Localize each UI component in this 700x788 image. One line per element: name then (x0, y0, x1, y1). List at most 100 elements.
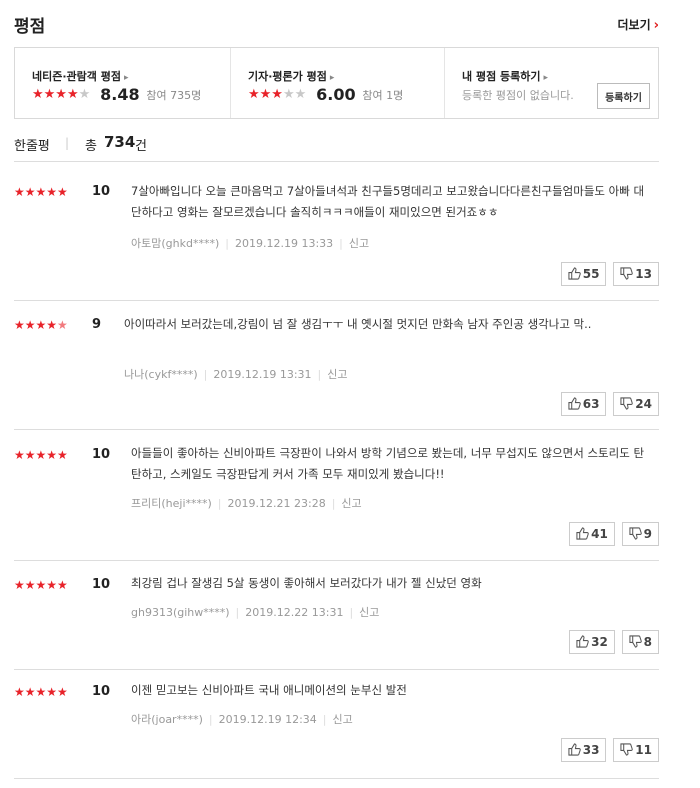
like-count: 41 (591, 527, 608, 541)
caret-right-icon: ▸ (543, 73, 549, 83)
dislike-count: 9 (643, 527, 652, 541)
thumbs-up-icon (576, 635, 589, 648)
critic-rating: 기자·평론가 평점 ▸ ★★★★★ 6.00 참여 1명 (230, 48, 444, 118)
report-link[interactable]: 신고 (341, 497, 361, 510)
star-rating-icon: ★★★★★ (14, 318, 68, 332)
review-author[interactable]: 프리티(heji****) (131, 497, 212, 510)
review-author[interactable]: gh9313(gihw****) (131, 606, 230, 619)
my-rating-note: 등록한 평점이 없습니다. (462, 89, 574, 102)
thumbs-down-icon (620, 397, 634, 410)
dislike-button[interactable]: 9 (621, 522, 659, 546)
review-score: 10 (92, 184, 111, 199)
review-meta: 아토맘(ghkd****) | 2019.12.19 13:33 | 신고 (131, 237, 370, 250)
review-meta: gh9313(gihw****) | 2019.12.22 13:31 | 신고 (131, 606, 380, 619)
divider: | (65, 136, 70, 150)
thumbs-down-icon (629, 635, 642, 648)
vote-buttons: 32 8 (566, 630, 659, 656)
netizen-rating-link[interactable]: 네티즌·관람객 평점 ▸ (32, 68, 129, 84)
total-unit: 건 (135, 139, 147, 154)
review-date: 2019.12.21 23:28 (227, 497, 326, 510)
like-button[interactable]: 32 (569, 630, 615, 654)
my-rating: 내 평점 등록하기 ▸ 등록한 평점이 없습니다. 등록하기 (444, 48, 658, 118)
star-rating-icon: ★★★★★ (14, 185, 68, 199)
register-rating-button[interactable]: 등록하기 (597, 83, 650, 109)
netizen-rating: 네티즌·관람객 평점 ▸ ★★★★★ 8.48 참여 735명 (15, 48, 229, 118)
review-item: ★★★★★ 10 최강림 겁나 잘생김 5살 동생이 좋아해서 보러갔다가 내가… (14, 562, 659, 670)
more-label: 더보기 (617, 18, 651, 32)
critic-rating-label: 기자·평론가 평점 (248, 70, 327, 83)
critic-rating-link[interactable]: 기자·평론가 평점 ▸ (248, 68, 334, 84)
my-rating-link[interactable]: 내 평점 등록하기 ▸ (462, 68, 548, 84)
star-rating-icon: ★★★★★ (14, 578, 68, 592)
netizen-rating-label: 네티즌·관람객 평점 (32, 70, 121, 83)
review-score: 10 (92, 577, 111, 592)
like-button[interactable]: 33 (560, 738, 607, 762)
star-rating-icon: ★★★★★ (14, 685, 68, 699)
review-text: 아들들이 좋아하는 신비아파트 극장판이 나와서 방학 기념으로 봤는데, 너무… (131, 446, 645, 481)
thumbs-up-icon (568, 397, 581, 410)
vote-buttons: 55 13 (558, 262, 659, 288)
review-text: 7살아빠입니다 오늘 큰마음먹고 7살아들녀석과 친구들5명데리고 보고왔습니다… (131, 184, 645, 219)
netizen-participation: 참여 735명 (146, 88, 202, 102)
vote-buttons: 63 24 (558, 392, 659, 418)
one-line-review-label: 한줄평 (14, 139, 50, 154)
rating-section-header: 평점 더보기 › (14, 12, 659, 37)
netizen-score: 8.48 (100, 85, 140, 104)
section-title: 평점 (14, 17, 46, 37)
review-score: 9 (92, 317, 102, 332)
total-prefix: 총 (85, 139, 97, 154)
like-button[interactable]: 55 (560, 262, 607, 286)
dislike-count: 13 (635, 267, 652, 281)
star-rating-icon: ★★★★★ (14, 448, 68, 462)
like-button[interactable]: 41 (569, 522, 615, 546)
review-score: 10 (92, 684, 111, 699)
review-date: 2019.12.22 13:31 (245, 606, 344, 619)
review-text: 아이따라서 보러갔는데,강림이 넘 잘 생김ㅜㅜ 내 옛시절 멋지던 만화속 남… (124, 317, 592, 331)
thumbs-up-icon (568, 743, 581, 756)
review-author[interactable]: 아토맘(ghkd****) (131, 237, 219, 250)
review-author[interactable]: 아라(joar****) (131, 713, 203, 726)
dislike-button[interactable]: 24 (613, 392, 659, 416)
review-meta: 나나(cykf****) | 2019.12.19 13:31 | 신고 (124, 368, 348, 381)
my-rating-label: 내 평점 등록하기 (462, 70, 541, 83)
review-author[interactable]: 나나(cykf****) (124, 368, 198, 381)
like-count: 32 (591, 635, 608, 649)
like-count: 55 (582, 267, 600, 281)
review-count-row: 한줄평 | 총 734 건 (14, 133, 659, 162)
dislike-button[interactable]: 8 (621, 630, 659, 654)
review-item: ★★★★★ 10 7살아빠입니다 오늘 큰마음먹고 7살아들녀석과 친구들5명데… (14, 163, 659, 301)
chevron-right-icon: › (653, 18, 659, 33)
review-date: 2019.12.19 12:34 (218, 713, 317, 726)
vote-buttons: 41 9 (566, 522, 659, 548)
thumbs-down-icon (620, 743, 634, 756)
report-link[interactable]: 신고 (327, 368, 347, 381)
review-item: ★★★★★ 10 아들들이 좋아하는 신비아파트 극장판이 나와서 방학 기념으… (14, 431, 659, 561)
review-item: ★★★★★ 9 아이따라서 보러갔는데,강림이 넘 잘 생김ㅜㅜ 내 옛시절 멋… (14, 302, 659, 430)
thumbs-up-icon (576, 527, 589, 540)
thumbs-down-icon (629, 527, 642, 540)
star-rating-icon: ★★★★★ (32, 87, 91, 102)
review-score: 10 (92, 447, 111, 462)
like-count: 33 (582, 743, 600, 757)
report-link[interactable]: 신고 (333, 713, 353, 726)
review-date: 2019.12.19 13:31 (213, 368, 312, 381)
total-count: 734 (104, 133, 136, 151)
caret-right-icon: ▸ (329, 73, 335, 83)
review-meta: 아라(joar****) | 2019.12.19 12:34 | 신고 (131, 713, 353, 726)
critic-score: 6.00 (316, 85, 356, 104)
thumbs-up-icon (568, 267, 581, 280)
dislike-count: 24 (635, 397, 652, 411)
dislike-count: 11 (635, 743, 652, 757)
dislike-button[interactable]: 11 (613, 738, 659, 762)
review-meta: 프리티(heji****) | 2019.12.21 23:28 | 신고 (131, 497, 362, 510)
like-button[interactable]: 63 (560, 392, 607, 416)
more-link[interactable]: 더보기 › (618, 16, 659, 33)
dislike-count: 8 (643, 635, 652, 649)
dislike-button[interactable]: 13 (613, 262, 659, 286)
vote-buttons: 33 11 (558, 738, 659, 764)
report-link[interactable]: 신고 (359, 606, 379, 619)
like-count: 63 (582, 397, 600, 411)
review-text: 최강림 겁나 잘생김 5살 동생이 좋아해서 보러갔다가 내가 젤 신났던 영화 (131, 576, 482, 590)
report-link[interactable]: 신고 (349, 237, 369, 250)
review-text: 이젠 믿고보는 신비아파트 국내 애니메이션의 눈부신 발전 (131, 683, 407, 697)
